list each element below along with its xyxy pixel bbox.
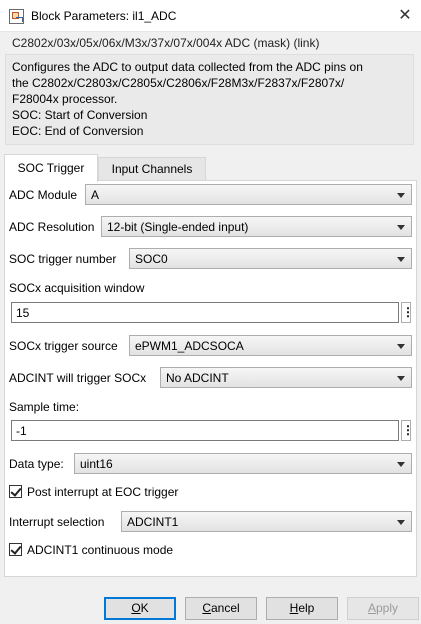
soc-trigger-number-dropdown[interactable]: SOC0 bbox=[129, 248, 412, 269]
cancel-mnemonic: C bbox=[202, 601, 211, 615]
soc-trigger-panel: ADC Module A ADC Resolution 12-bit (Sing… bbox=[4, 180, 417, 577]
cancel-label: ancel bbox=[210, 601, 240, 615]
sample-time-value: -1 bbox=[16, 424, 27, 438]
chevron-down-icon bbox=[397, 225, 405, 230]
adcint-trigger-socx-label: ADCINT will trigger SOCx bbox=[9, 371, 147, 385]
data-type-dropdown[interactable]: uint16 bbox=[74, 453, 412, 474]
description-line: F28004x processor. bbox=[12, 92, 118, 106]
adcint1-continuous-label: ADCINT1 continuous mode bbox=[27, 543, 174, 557]
tab-input-channels[interactable]: Input Channels bbox=[98, 157, 206, 181]
data-type-value: uint16 bbox=[80, 457, 113, 471]
socx-acq-window-input[interactable]: 15 bbox=[11, 302, 399, 323]
description-line: the C2802x/C2803x/C2805x/C2806x/F28M3x/F… bbox=[12, 76, 345, 90]
tab-soc-trigger[interactable]: SOC Trigger bbox=[4, 154, 98, 182]
interrupt-selection-label: Interrupt selection bbox=[9, 515, 105, 529]
post-interrupt-label: Post interrupt at EOC trigger bbox=[27, 485, 179, 499]
chevron-down-icon bbox=[397, 376, 405, 381]
adcint1-continuous-checkbox[interactable] bbox=[9, 543, 22, 556]
adc-module-value: A bbox=[91, 188, 100, 202]
apply-label: pply bbox=[376, 601, 399, 615]
socx-trigger-source-dropdown[interactable]: ePWM1_ADCSOCA bbox=[129, 335, 412, 356]
interrupt-selection-value: ADCINT1 bbox=[127, 515, 179, 529]
chevron-down-icon bbox=[397, 257, 405, 262]
description-line: EOC: End of Conversion bbox=[12, 124, 144, 138]
adcint-trigger-socx-value: No ADCINT bbox=[166, 371, 229, 385]
window-title: Block Parameters: il1_ADC bbox=[31, 9, 177, 23]
chevron-down-icon bbox=[397, 462, 405, 467]
description-box: Configures the ADC to output data collec… bbox=[5, 54, 414, 145]
more-options-icon[interactable]: ⋮ bbox=[401, 420, 414, 441]
adc-resolution-value: 12-bit (Single-ended input) bbox=[107, 220, 249, 234]
adc-module-dropdown[interactable]: A bbox=[85, 184, 412, 205]
interrupt-selection-dropdown[interactable]: ADCINT1 bbox=[121, 511, 412, 532]
chevron-down-icon bbox=[397, 193, 405, 198]
adc-resolution-dropdown[interactable]: 12-bit (Single-ended input) bbox=[101, 216, 412, 237]
socx-acq-window-value: 15 bbox=[16, 306, 30, 320]
ok-label: K bbox=[140, 601, 149, 615]
soc-trigger-number-label: SOC trigger number bbox=[9, 252, 117, 266]
description-line: Configures the ADC to output data collec… bbox=[12, 60, 363, 74]
chevron-down-icon bbox=[397, 344, 405, 349]
adc-resolution-label: ADC Resolution bbox=[9, 220, 95, 234]
ok-button[interactable]: OK bbox=[104, 597, 176, 620]
adc-module-label: ADC Module bbox=[9, 188, 78, 202]
simulink-block-icon bbox=[9, 9, 24, 24]
socx-trigger-source-value: ePWM1_ADCSOCA bbox=[135, 339, 244, 353]
adcint-trigger-socx-dropdown[interactable]: No ADCINT bbox=[160, 367, 412, 388]
more-options-icon[interactable]: ⋮ bbox=[401, 302, 414, 323]
socx-acq-window-label: SOCx acquisition window bbox=[9, 281, 145, 295]
close-icon[interactable]: ✕ bbox=[389, 0, 421, 32]
data-type-label: Data type: bbox=[9, 457, 64, 471]
tab-bar: SOC Trigger Input Channels bbox=[4, 154, 416, 182]
sample-time-input[interactable]: -1 bbox=[11, 420, 399, 441]
socx-trigger-source-label: SOCx trigger source bbox=[9, 339, 118, 353]
help-label: elp bbox=[298, 601, 315, 615]
description-line: SOC: Start of Conversion bbox=[12, 108, 148, 122]
mask-header: C2802x/03x/05x/06x/M3x/37x/07x/004x ADC … bbox=[12, 36, 320, 50]
cancel-button[interactable]: Cancel bbox=[185, 597, 257, 620]
help-button[interactable]: Help bbox=[266, 597, 338, 620]
post-interrupt-checkbox[interactable] bbox=[9, 485, 22, 498]
title-bar: Block Parameters: il1_ADC ✕ bbox=[0, 0, 421, 32]
chevron-down-icon bbox=[397, 520, 405, 525]
ok-mnemonic: O bbox=[131, 601, 141, 615]
apply-mnemonic: A bbox=[367, 601, 376, 615]
soc-trigger-number-value: SOC0 bbox=[135, 252, 168, 266]
apply-button[interactable]: Apply bbox=[347, 597, 419, 620]
sample-time-label: Sample time: bbox=[9, 400, 80, 414]
